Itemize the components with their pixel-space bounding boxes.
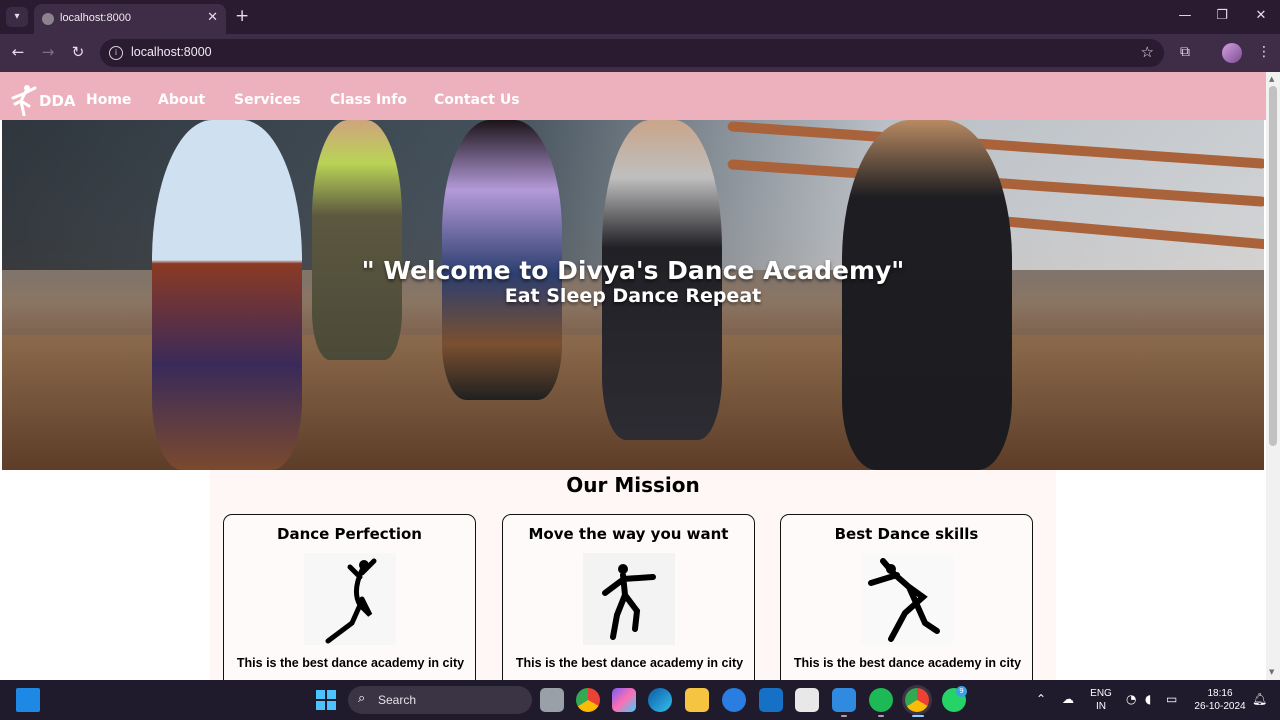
extensions-icon[interactable]: ⧉: [1180, 44, 1190, 60]
card-text: This is the best dance academy in city: [236, 656, 465, 670]
nav-class-info[interactable]: Class Info: [330, 92, 407, 108]
store-icon[interactable]: [795, 688, 819, 712]
hero-banner: " Welcome to Divya's Dance Academy" Eat …: [2, 120, 1264, 470]
mission-card: Best Dance skills This is the best dance…: [780, 514, 1033, 680]
cloud-icon[interactable]: ☁: [1062, 692, 1074, 706]
region-indicator[interactable]: IN: [1088, 701, 1114, 712]
running-indicator: [878, 715, 884, 717]
address-bar[interactable]: i localhost:8000 ☆: [100, 39, 1164, 67]
wifi-icon[interactable]: ◔: [1126, 692, 1136, 706]
windows-taskbar: ⌕ Search 9 ⌃ ☁ ENG IN ◔ ◖ ▭ 18:16 26-10-…: [0, 680, 1280, 720]
dancer-logo-icon: [11, 85, 37, 116]
running-indicator: [841, 715, 847, 717]
nav-about[interactable]: About: [158, 92, 205, 108]
browser-toolbar: ← → ↻ i localhost:8000 ☆ ⧉ ⋮: [0, 34, 1280, 72]
close-icon[interactable]: ✕: [207, 10, 218, 25]
site-navbar: DDA Home About Services Class Info Conta…: [0, 72, 1266, 120]
profile-avatar[interactable]: [1222, 43, 1242, 63]
task-view-icon[interactable]: [540, 688, 564, 712]
card-title: Dance Perfection: [277, 525, 422, 543]
copilot-icon[interactable]: [612, 688, 636, 712]
reload-icon[interactable]: ↻: [68, 43, 88, 61]
card-text: This is the best dance academy in city: [515, 656, 744, 670]
page-scrollbar[interactable]: ▲ ▼: [1266, 72, 1280, 680]
site-info-icon[interactable]: i: [109, 46, 123, 60]
file-explorer-icon[interactable]: [685, 688, 709, 712]
browser-tab[interactable]: localhost:8000 ✕: [34, 4, 226, 34]
menu-icon[interactable]: ⋮: [1257, 44, 1271, 60]
bookmark-star-icon[interactable]: ☆: [1141, 43, 1154, 61]
chevron-up-icon[interactable]: ⌃: [1036, 692, 1046, 706]
taskbar-search[interactable]: ⌕ Search: [348, 686, 532, 714]
scroll-up-icon[interactable]: ▲: [1269, 75, 1274, 83]
url-text[interactable]: localhost:8000: [131, 45, 212, 59]
active-indicator: [912, 715, 924, 717]
spotify-icon[interactable]: [869, 688, 893, 712]
vscode-icon[interactable]: [832, 688, 856, 712]
edge-icon[interactable]: [648, 688, 672, 712]
tab-search-icon[interactable]: ▾: [6, 7, 28, 27]
clock-date[interactable]: 26-10-2024: [1188, 701, 1252, 712]
nav-home[interactable]: Home: [86, 92, 131, 108]
maximize-icon[interactable]: ❐: [1212, 8, 1232, 23]
battery-icon[interactable]: ▭: [1166, 692, 1177, 706]
back-icon[interactable]: ←: [8, 43, 28, 61]
mysql-workbench-icon[interactable]: [759, 688, 783, 712]
search-label: Search: [378, 693, 417, 707]
dancer-silhouette-icon: [861, 553, 953, 645]
widgets-icon[interactable]: [16, 688, 40, 712]
language-indicator[interactable]: ENG: [1088, 688, 1114, 699]
mission-title: Our Mission: [566, 473, 700, 497]
settings-app-icon[interactable]: [722, 688, 746, 712]
dancer-silhouette-icon: [304, 553, 396, 645]
new-tab-icon[interactable]: +: [235, 6, 249, 26]
notification-bell-icon[interactable]: 🔔︎: [1252, 692, 1267, 706]
mission-card: Dance Perfection This is the best dance …: [223, 514, 476, 680]
hero-subtitle: Eat Sleep Dance Repeat: [504, 285, 762, 307]
search-icon: ⌕: [358, 691, 366, 706]
nav-services[interactable]: Services: [234, 92, 301, 108]
dancer-figure: [312, 120, 402, 360]
chrome-active-icon[interactable]: [905, 688, 929, 712]
clock-time[interactable]: 18:16: [1188, 688, 1252, 699]
minimize-icon[interactable]: —: [1175, 8, 1195, 23]
dancer-silhouette-icon: [583, 553, 675, 645]
tab-favicon-icon: [42, 13, 54, 25]
chrome-icon[interactable]: [576, 688, 600, 712]
card-title: Best Dance skills: [834, 525, 979, 543]
mission-card: Move the way you want This is the best d…: [502, 514, 755, 680]
hero-title: " Welcome to Divya's Dance Academy": [361, 256, 905, 285]
mission-section: Our Mission Dance Perfection This is the…: [210, 470, 1056, 680]
web-page: DDA Home About Services Class Info Conta…: [0, 72, 1266, 680]
card-text: This is the best dance academy in city: [793, 656, 1022, 670]
window-close-icon[interactable]: ✕: [1251, 8, 1271, 23]
scroll-down-icon[interactable]: ▼: [1269, 668, 1274, 676]
site-logo[interactable]: DDA: [39, 92, 76, 110]
nav-contact-us[interactable]: Contact Us: [434, 92, 520, 108]
scroll-thumb[interactable]: [1269, 86, 1277, 446]
browser-tab-strip: ▾ localhost:8000 ✕ + — ❐ ✕: [0, 0, 1280, 34]
card-title: Move the way you want: [528, 525, 729, 543]
forward-icon[interactable]: →: [38, 43, 58, 61]
windows-start-icon[interactable]: [314, 688, 338, 712]
notification-badge: 9: [956, 686, 967, 697]
tab-title: localhost:8000: [60, 12, 131, 24]
volume-icon[interactable]: ◖: [1145, 692, 1151, 706]
